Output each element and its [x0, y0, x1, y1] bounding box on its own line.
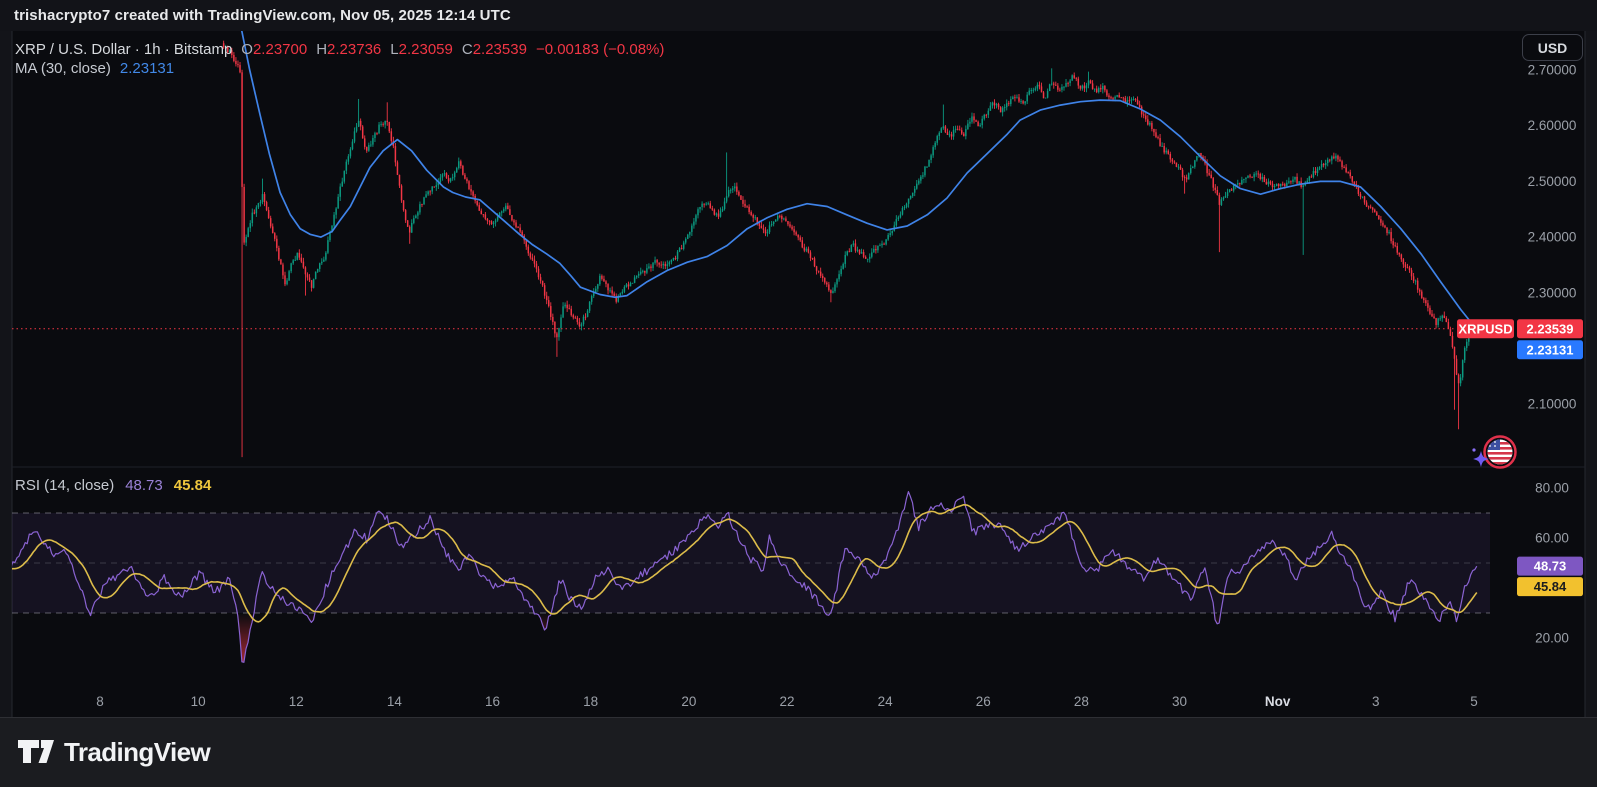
svg-text:14: 14	[387, 694, 403, 709]
svg-text:26: 26	[976, 694, 991, 709]
svg-text:18: 18	[583, 694, 598, 709]
rsi-ma-value-badge: 45.84	[1517, 577, 1583, 597]
svg-text:10: 10	[191, 694, 206, 709]
last-price-tag: 2.23539	[1517, 319, 1583, 339]
legend-main: XRP / U.S. Dollar · 1h · Bitstamp O2.237…	[15, 40, 664, 78]
ohlc-low: L2.23059	[390, 41, 453, 58]
symbol-price-tag: XRPUSD	[1457, 319, 1514, 339]
svg-text:2.23539: 2.23539	[1527, 321, 1574, 336]
ohlc-close: C2.23539	[461, 41, 527, 58]
ma-value-tag: 2.23131	[1517, 340, 1583, 360]
ma-indicator-label: MA (30, close)	[15, 60, 111, 77]
svg-text:60.00: 60.00	[1535, 531, 1569, 546]
svg-text:8: 8	[96, 694, 104, 709]
svg-text:2.40000: 2.40000	[1528, 230, 1577, 245]
rsi-ma-value: 45.84	[173, 476, 212, 494]
tradingview-logo-icon	[18, 739, 54, 763]
svg-text:24: 24	[878, 694, 894, 709]
svg-text:Nov: Nov	[1265, 694, 1291, 709]
rsi-value: 48.73	[125, 476, 163, 494]
change-value: −0.00183 (−0.08%)	[535, 41, 665, 58]
footer-bar: TradingView	[0, 718, 1597, 787]
tradingview-logo-link[interactable]: TradingView	[18, 737, 211, 768]
svg-text:2.60000: 2.60000	[1528, 118, 1577, 133]
tradingview-snapshot: 2.70000 2.60000 2.50000 2.40000 2.30000 2.100…	[0, 0, 1597, 787]
ohlc-open: O2.23700	[241, 41, 308, 58]
svg-text:2.23131: 2.23131	[1527, 342, 1574, 357]
symbol-title: XRP / U.S. Dollar · 1h · Bitstamp	[15, 41, 233, 58]
svg-text:80.00: 80.00	[1535, 481, 1569, 496]
chart-canvas[interactable]: 2.70000 2.60000 2.50000 2.40000 2.30000 2.100…	[0, 0, 1597, 787]
svg-text:2.30000: 2.30000	[1528, 285, 1577, 300]
attribution-text: trishacrypto7 created with TradingView.c…	[14, 7, 511, 24]
svg-text:16: 16	[485, 694, 500, 709]
svg-text:28: 28	[1074, 694, 1089, 709]
ma-legend-row[interactable]: MA (30, close) 2.23131	[15, 59, 664, 78]
svg-text:3: 3	[1372, 694, 1380, 709]
svg-text:2.10000: 2.10000	[1528, 397, 1577, 412]
currency-toggle-button[interactable]: USD	[1522, 34, 1583, 61]
svg-text:XRPUSD: XRPUSD	[1458, 321, 1512, 336]
svg-text:12: 12	[289, 694, 304, 709]
ma-indicator-value: 2.23131	[119, 60, 175, 77]
svg-text:20: 20	[681, 694, 696, 709]
svg-text:48.73: 48.73	[1534, 559, 1567, 574]
ohlc-high: H2.23736	[316, 41, 382, 58]
attribution-bar: trishacrypto7 created with TradingView.c…	[0, 0, 1597, 31]
rsi-value-badge: 48.73	[1517, 556, 1583, 576]
rsi-indicator-label: RSI (14, close)	[15, 476, 115, 494]
rsi-legend-row[interactable]: RSI (14, close) 48.73 45.84	[15, 476, 211, 494]
svg-text:22: 22	[779, 694, 794, 709]
time-scale[interactable]: 8 10 12 14 16 18 20 22 24 26 28 30 Nov 3 5	[96, 694, 1477, 709]
svg-text:2.50000: 2.50000	[1528, 174, 1577, 189]
svg-text:2.70000: 2.70000	[1528, 63, 1577, 78]
svg-text:30: 30	[1172, 694, 1187, 709]
symbol-legend-row[interactable]: XRP / U.S. Dollar · 1h · Bitstamp O2.237…	[15, 40, 664, 59]
svg-text:20.00: 20.00	[1535, 631, 1569, 646]
svg-text:45.84: 45.84	[1534, 579, 1567, 594]
svg-text:5: 5	[1470, 694, 1478, 709]
tradingview-logo-text: TradingView	[64, 737, 211, 767]
